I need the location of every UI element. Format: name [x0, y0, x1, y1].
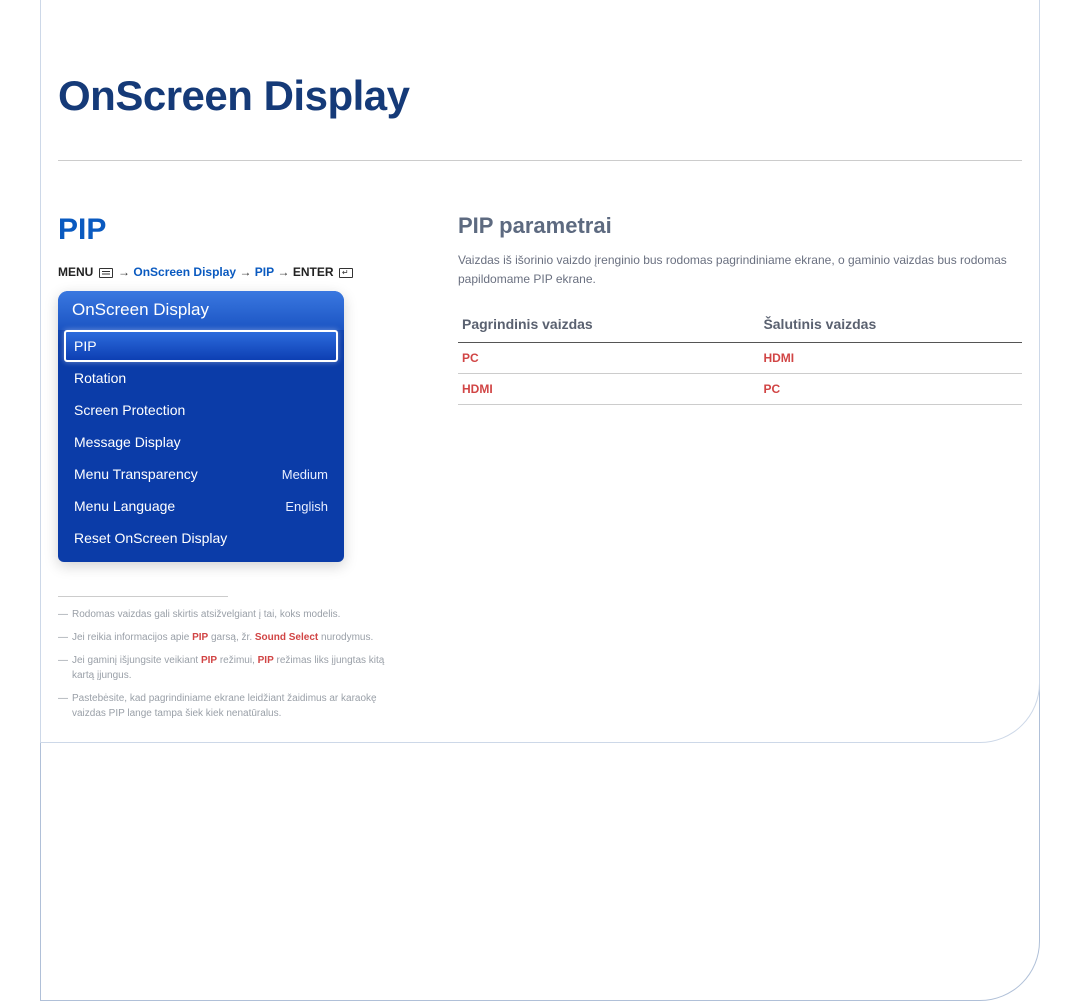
footnote-text: Jei reikia informacijos apie [72, 632, 192, 643]
section-heading-pip: PIP [58, 213, 398, 247]
footnote-text: Rodomas vaizdas gali skirtis atsižvelgia… [72, 609, 340, 620]
breadcrumb-arrow: → [277, 265, 289, 279]
table-cell: PC [458, 343, 759, 374]
breadcrumb-link-pip: PIP [255, 265, 274, 279]
footnote-highlight: Sound Select [255, 632, 318, 643]
table-header-sub: Šalutinis vaizdas [759, 310, 1022, 343]
footnote: Jei gaminį išjungsite veikiant PIP režim… [58, 653, 398, 683]
table-cell: PC [759, 374, 1022, 405]
notes-divider [58, 596, 228, 597]
osd-item-reset-osd[interactable]: Reset OnScreen Display [64, 522, 338, 554]
osd-item-pip[interactable]: PIP [64, 330, 338, 362]
footnote: Jei reikia informacijos apie PIP garsą, … [58, 630, 398, 645]
table-cell: HDMI [458, 374, 759, 405]
osd-item-rotation[interactable]: Rotation [64, 362, 338, 394]
osd-item-label: Rotation [74, 370, 126, 386]
footnote-highlight: PIP [192, 632, 208, 643]
menu-icon [99, 268, 113, 278]
osd-item-value: Medium [282, 467, 328, 482]
pip-description: Vaizdas iš išorinio vaizdo įrenginio bus… [458, 251, 1022, 288]
footnotes: Rodomas vaizdas gali skirtis atsižvelgia… [58, 607, 398, 721]
osd-item-label: Message Display [74, 434, 181, 450]
left-column: PIP MENU → OnScreen Display → PIP → ENTE… [58, 213, 398, 729]
osd-item-label: Screen Protection [74, 402, 185, 418]
footnote-highlight: PIP [258, 655, 274, 666]
osd-item-screen-protection[interactable]: Screen Protection [64, 394, 338, 426]
content-columns: PIP MENU → OnScreen Display → PIP → ENTE… [58, 213, 1022, 729]
footnote-text: Jei gaminį išjungsite veikiant [72, 655, 201, 666]
breadcrumb: MENU → OnScreen Display → PIP → ENTER [58, 265, 398, 279]
osd-item-label: Menu Language [74, 498, 175, 514]
pip-params-table: Pagrindinis vaizdas Šalutinis vaizdas PC… [458, 310, 1022, 405]
breadcrumb-arrow: → [118, 265, 130, 279]
osd-item-label: Menu Transparency [74, 466, 198, 482]
osd-menu-items: PIP Rotation Screen Protection Message D… [58, 330, 344, 562]
right-column: PIP parametrai Vaizdas iš išorinio vaizd… [458, 213, 1022, 729]
osd-item-menu-transparency[interactable]: Menu Transparency Medium [64, 458, 338, 490]
osd-menu-panel: OnScreen Display PIP Rotation Screen Pro… [58, 291, 344, 562]
footnote: Rodomas vaizdas gali skirtis atsižvelgia… [58, 607, 398, 622]
chapter-title: OnScreen Display [58, 72, 1022, 120]
enter-icon [339, 268, 353, 278]
osd-menu-title: OnScreen Display [58, 291, 344, 330]
table-header-main: Pagrindinis vaizdas [458, 310, 759, 343]
chapter-header: OnScreen Display [58, 0, 1022, 161]
footnote: Pastebėsite, kad pagrindiniame ekrane le… [58, 691, 398, 721]
osd-item-value: English [285, 499, 328, 514]
breadcrumb-link-osd: OnScreen Display [133, 265, 236, 279]
footnote-highlight: PIP [201, 655, 217, 666]
footnote-text: garsą, žr. [208, 632, 255, 643]
breadcrumb-enter-label: ENTER [293, 265, 334, 279]
osd-item-message-display[interactable]: Message Display [64, 426, 338, 458]
sub-heading-pip-params: PIP parametrai [458, 213, 1022, 239]
table-row: HDMI PC [458, 374, 1022, 405]
footnote-text: nurodymus. [318, 632, 373, 643]
breadcrumb-arrow: → [239, 265, 251, 279]
breadcrumb-menu-label: MENU [58, 265, 93, 279]
osd-item-menu-language[interactable]: Menu Language English [64, 490, 338, 522]
footnote-text: Pastebėsite, kad pagrindiniame ekrane le… [72, 693, 377, 719]
osd-item-label: PIP [74, 338, 97, 354]
footnote-text: režimui, [217, 655, 258, 666]
osd-item-label: Reset OnScreen Display [74, 530, 227, 546]
table-row: PC HDMI [458, 343, 1022, 374]
table-cell: HDMI [759, 343, 1022, 374]
